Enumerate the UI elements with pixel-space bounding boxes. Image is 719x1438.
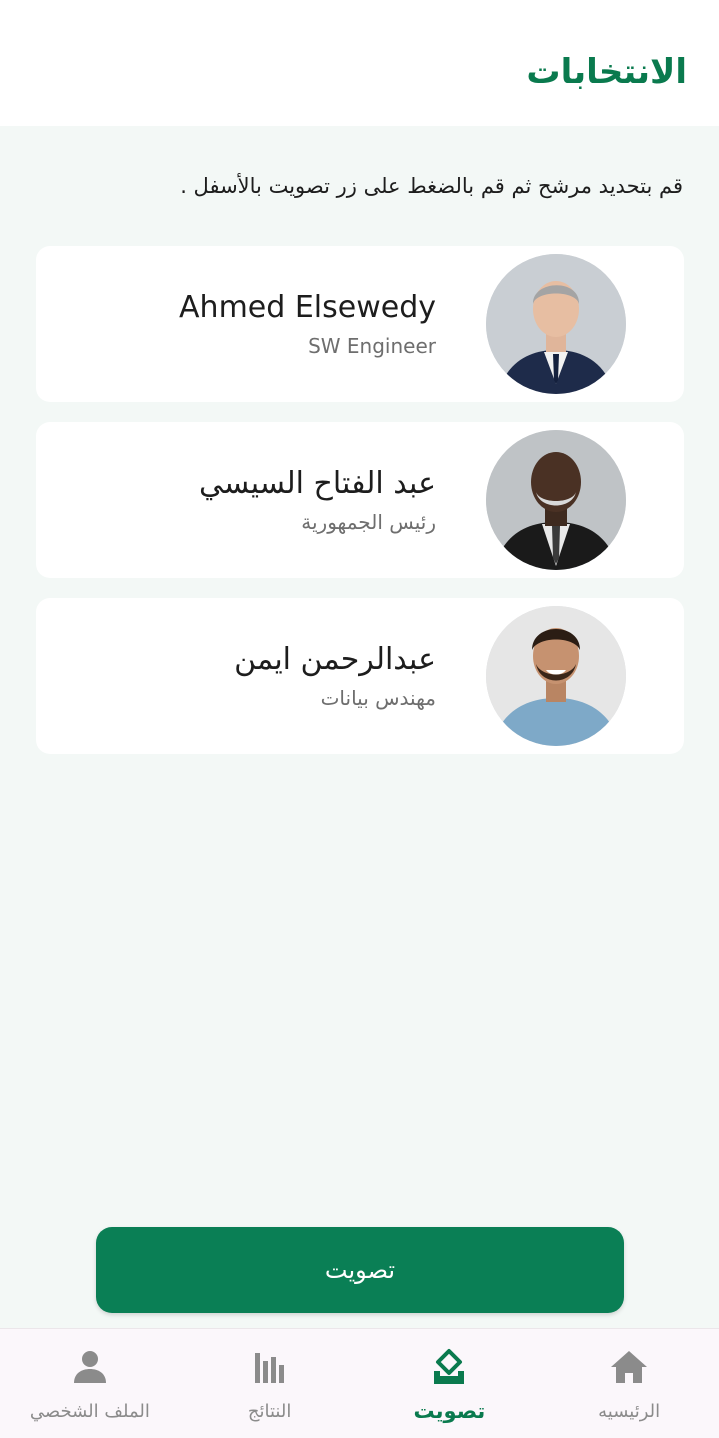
candidate-card[interactable]: عبد الفتاح السيسي رئيس الجمهورية: [36, 422, 684, 578]
candidate-card[interactable]: Ahmed Elsewedy SW Engineer: [36, 246, 684, 402]
instructions-text: قم بتحديد مرشح ثم قم بالضغط على زر تصويت…: [180, 174, 683, 198]
bar-chart-icon: [254, 1353, 284, 1383]
candidate-avatar: [486, 254, 626, 394]
person-icon: [73, 1351, 106, 1383]
candidate-photo-icon: [486, 606, 626, 746]
candidate-name: عبدالرحمن ايمن: [234, 642, 436, 677]
candidate-avatar: [486, 430, 626, 570]
nav-item-home[interactable]: الرئيسيه: [539, 1329, 719, 1438]
nav-label: الملف الشخصي: [29, 1401, 150, 1422]
candidate-avatar: [486, 606, 626, 746]
nav-label: النتائج: [247, 1401, 292, 1422]
candidate-name: عبد الفتاح السيسي: [198, 466, 436, 501]
candidate-title: رئيس الجمهورية: [301, 510, 436, 534]
nav-item-results[interactable]: النتائج: [180, 1329, 360, 1438]
vote-button[interactable]: تصويت: [96, 1227, 624, 1313]
nav-label: تصويت: [413, 1399, 486, 1423]
candidate-photo-icon: [486, 254, 626, 394]
candidate-name: Ahmed Elsewedy: [179, 290, 436, 325]
ballot-icon: [434, 1349, 465, 1384]
nav-item-vote[interactable]: تصويت: [360, 1329, 540, 1438]
page-title: الانتخابات: [526, 52, 687, 92]
home-icon: [611, 1351, 648, 1383]
bottom-navigation: الرئيسيه تصويت النتائج الملف الشخصي: [0, 1328, 719, 1438]
elections-screen: الانتخابات قم بتحديد مرشح ثم قم بالضغط ع…: [0, 0, 719, 1438]
nav-item-profile[interactable]: الملف الشخصي: [0, 1329, 180, 1438]
candidate-photo-icon: [486, 430, 626, 570]
app-bar: الانتخابات: [0, 0, 719, 126]
candidate-title: SW Engineer: [308, 334, 436, 358]
candidate-title: مهندس بيانات: [320, 686, 436, 710]
nav-label: الرئيسيه: [598, 1401, 661, 1422]
candidate-card[interactable]: عبدالرحمن ايمن مهندس بيانات: [36, 598, 684, 754]
